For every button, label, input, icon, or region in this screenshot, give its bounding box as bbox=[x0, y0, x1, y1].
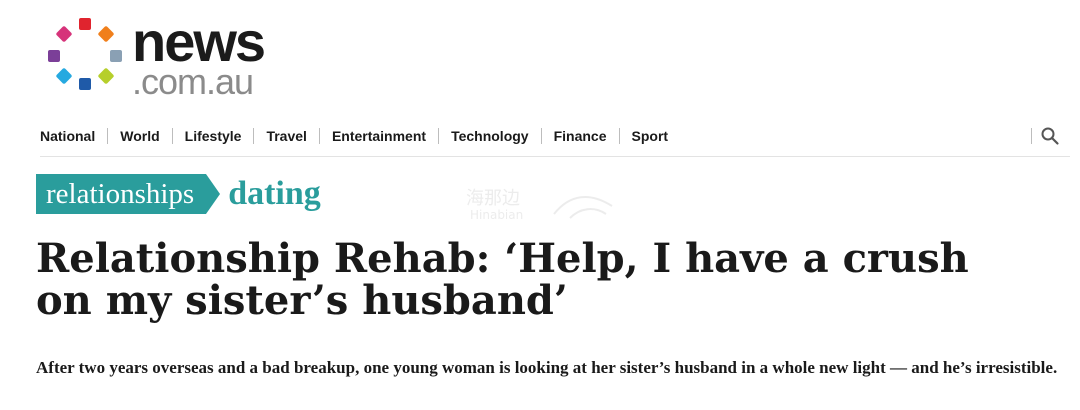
nav-item-sport[interactable]: Sport bbox=[632, 128, 669, 144]
breadcrumb-current[interactable]: dating bbox=[228, 174, 321, 214]
logo-dots-icon bbox=[44, 14, 126, 96]
logo-dot bbox=[79, 18, 91, 30]
logo-dot bbox=[55, 25, 73, 43]
nav-item-lifestyle[interactable]: Lifestyle bbox=[185, 128, 242, 144]
watermark-swirl-icon bbox=[553, 195, 613, 219]
nav-item-world[interactable]: World bbox=[120, 128, 159, 144]
nav-item-travel[interactable]: Travel bbox=[266, 128, 306, 144]
nav-divider bbox=[438, 128, 440, 144]
nav-divider bbox=[107, 128, 109, 144]
site-logo[interactable]: news .com.au bbox=[44, 10, 284, 100]
nav-divider bbox=[171, 128, 173, 144]
breadcrumb-parent[interactable]: relationships bbox=[36, 174, 207, 214]
nav-divider bbox=[540, 128, 542, 144]
nav-divider-line bbox=[40, 156, 1070, 157]
article-headline: Relationship Rehab: ‘Help, I have a crus… bbox=[36, 235, 969, 324]
article-standfirst: After two years overseas and a bad break… bbox=[36, 358, 1058, 377]
watermark: 海那边 Hinabian bbox=[466, 182, 616, 226]
logo-dot bbox=[110, 50, 122, 62]
nav-divider bbox=[1031, 128, 1032, 144]
logo-dot bbox=[55, 67, 73, 85]
watermark-subtext: Hinabian bbox=[470, 208, 524, 222]
logo-dot bbox=[97, 25, 115, 43]
watermark-text: 海那边 bbox=[466, 188, 520, 209]
logo-domain: .com.au bbox=[132, 61, 254, 102]
nav-tools bbox=[1031, 122, 1060, 150]
breadcrumb: relationships dating bbox=[36, 174, 321, 214]
nav-item-technology[interactable]: Technology bbox=[451, 128, 529, 144]
main-nav: National World Lifestyle Travel Entertai… bbox=[40, 122, 1070, 150]
nav-divider bbox=[618, 128, 620, 144]
logo-dot bbox=[79, 78, 91, 90]
page: news .com.au National World Lifestyle Tr… bbox=[0, 0, 1080, 410]
search-icon[interactable] bbox=[1040, 126, 1060, 146]
breadcrumb-arrow-icon bbox=[206, 174, 221, 214]
nav-item-national[interactable]: National bbox=[40, 128, 95, 144]
logo-dot bbox=[97, 67, 115, 85]
nav-item-entertainment[interactable]: Entertainment bbox=[332, 128, 426, 144]
nav-divider bbox=[253, 128, 255, 144]
nav-divider bbox=[318, 128, 320, 144]
logo-dot bbox=[48, 50, 60, 62]
nav-item-finance[interactable]: Finance bbox=[554, 128, 607, 144]
logo-wordmark: news bbox=[132, 10, 266, 73]
